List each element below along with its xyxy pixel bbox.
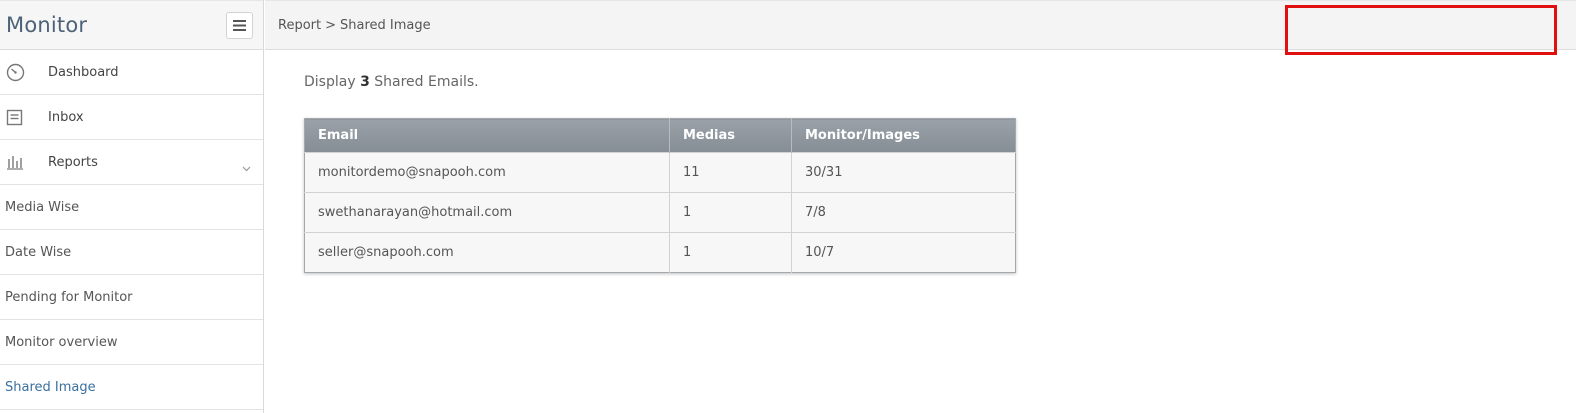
cell-monitor-images: 10/7 <box>791 232 1016 273</box>
cell-medias: 1 <box>669 232 792 273</box>
summary-suffix: Shared Emails. <box>374 74 479 90</box>
breadcrumb: Report > Shared Image <box>278 18 431 33</box>
column-header-medias[interactable]: Medias <box>669 118 792 153</box>
main-content: Display 3 Shared Emails. Email Medias Mo… <box>304 74 1016 273</box>
cell-email: seller@snapooh.com <box>304 232 670 273</box>
cell-email: monitordemo@snapooh.com <box>304 152 670 193</box>
cell-monitor-images: 30/31 <box>791 152 1016 193</box>
cell-monitor-images: 7/8 <box>791 192 1016 233</box>
column-header-monitor-images[interactable]: Monitor/Images <box>791 118 1016 153</box>
breadcrumb-parent-link[interactable]: Report <box>278 18 321 33</box>
sidebar-subitem-monitor-overview[interactable]: Monitor overview <box>0 320 263 365</box>
sidebar-subitem-date-wise[interactable]: Date Wise <box>0 230 263 275</box>
summary-text: Display 3 Shared Emails. <box>304 74 479 90</box>
sidebar-subitem-shared-image[interactable]: Shared Image <box>0 365 263 410</box>
sidebar-subitem-pending-for-monitor[interactable]: Pending for Monitor <box>0 275 263 320</box>
app-title: Monitor <box>6 13 88 37</box>
shared-emails-table: Email Medias Monitor/Images monitordemo@… <box>304 118 1016 273</box>
column-header-email[interactable]: Email <box>304 118 670 153</box>
sidebar: Monitor Dashboard Inbox Reports Media Wi… <box>0 0 264 413</box>
sidebar-item-reports[interactable]: Reports <box>0 140 263 185</box>
summary-prefix: Display <box>304 74 356 90</box>
table-row[interactable]: monitordemo@snapooh.com 11 30/31 <box>304 152 1016 193</box>
table-row[interactable]: swethanarayan@hotmail.com 1 7/8 <box>304 192 1016 233</box>
table-header-row: Email Medias Monitor/Images <box>304 118 1016 153</box>
menu-toggle-button[interactable] <box>226 11 253 39</box>
inbox-icon <box>0 109 48 126</box>
bar-chart-icon <box>0 154 48 170</box>
chevron-down-icon <box>242 157 251 176</box>
sidebar-item-dashboard[interactable]: Dashboard <box>0 50 263 95</box>
highlight-annotation-box <box>1285 5 1557 55</box>
hamburger-icon <box>233 19 246 31</box>
breadcrumb-current: Shared Image <box>340 17 431 33</box>
sidebar-brand: Monitor <box>0 0 263 50</box>
sidebar-item-label: Reports <box>48 154 98 170</box>
sidebar-item-inbox[interactable]: Inbox <box>0 95 263 140</box>
cell-medias: 1 <box>669 192 792 233</box>
cell-email: swethanarayan@hotmail.com <box>304 192 670 233</box>
cell-medias: 11 <box>669 152 792 193</box>
sidebar-item-label: Dashboard <box>48 64 119 80</box>
summary-count: 3 <box>360 74 370 90</box>
dashboard-gauge-icon <box>0 63 48 82</box>
breadcrumb-separator: > <box>325 17 337 33</box>
table-row[interactable]: seller@snapooh.com 1 10/7 <box>304 232 1016 273</box>
sidebar-item-label: Inbox <box>48 109 84 125</box>
sidebar-subitem-media-wise[interactable]: Media Wise <box>0 185 263 230</box>
